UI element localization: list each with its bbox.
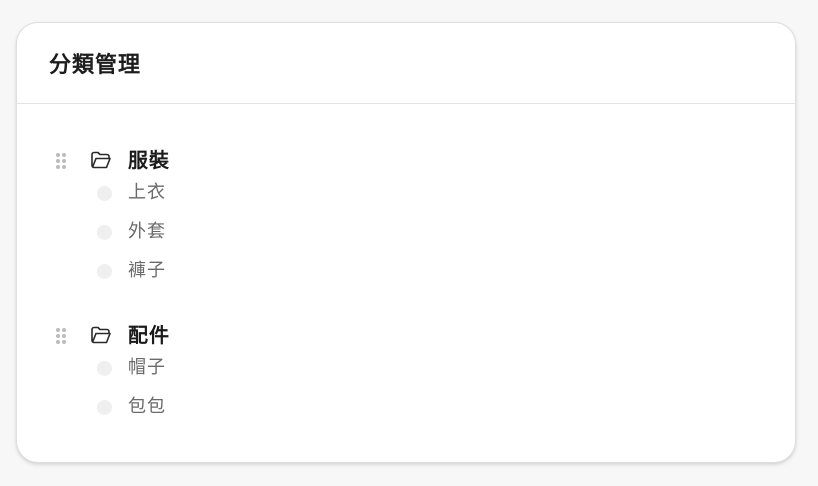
category-label: 配件 [128, 323, 170, 347]
subcategory-item[interactable]: 包包 [17, 388, 795, 427]
category-group-accessories: 配件 帽子 包包 [17, 323, 795, 427]
subcategory-item[interactable]: 外套 [17, 213, 795, 252]
subcategory-item[interactable]: 帽子 [17, 349, 795, 388]
folder-open-icon [90, 325, 112, 345]
category-row[interactable]: 配件 [17, 323, 795, 347]
card-header: 分類管理 [17, 23, 795, 104]
bullet-dot [97, 264, 112, 279]
folder-open-icon [90, 150, 112, 170]
category-label: 服裝 [128, 148, 170, 172]
subcategory-label: 帽子 [128, 357, 166, 378]
subcategory-label: 包包 [128, 396, 166, 417]
category-row[interactable]: 服裝 [17, 148, 795, 172]
bullet-dot [97, 225, 112, 240]
subcategory-label: 上衣 [128, 182, 166, 203]
category-group-clothing: 服裝 上衣 外套 褲子 [17, 148, 795, 291]
bullet-dot [97, 186, 112, 201]
subcategory-item[interactable]: 上衣 [17, 174, 795, 213]
subcategory-label: 外套 [128, 221, 166, 242]
subcategory-item[interactable]: 褲子 [17, 252, 795, 291]
subcategory-label: 褲子 [128, 260, 166, 281]
drag-handle-icon[interactable] [55, 327, 67, 345]
drag-handle-icon[interactable] [55, 152, 67, 170]
category-management-card: 分類管理 服裝 上衣 外套 褲子 配件 帽子 包包 [16, 22, 796, 463]
bullet-dot [97, 361, 112, 376]
card-title: 分類管理 [49, 53, 142, 78]
bullet-dot [97, 400, 112, 415]
